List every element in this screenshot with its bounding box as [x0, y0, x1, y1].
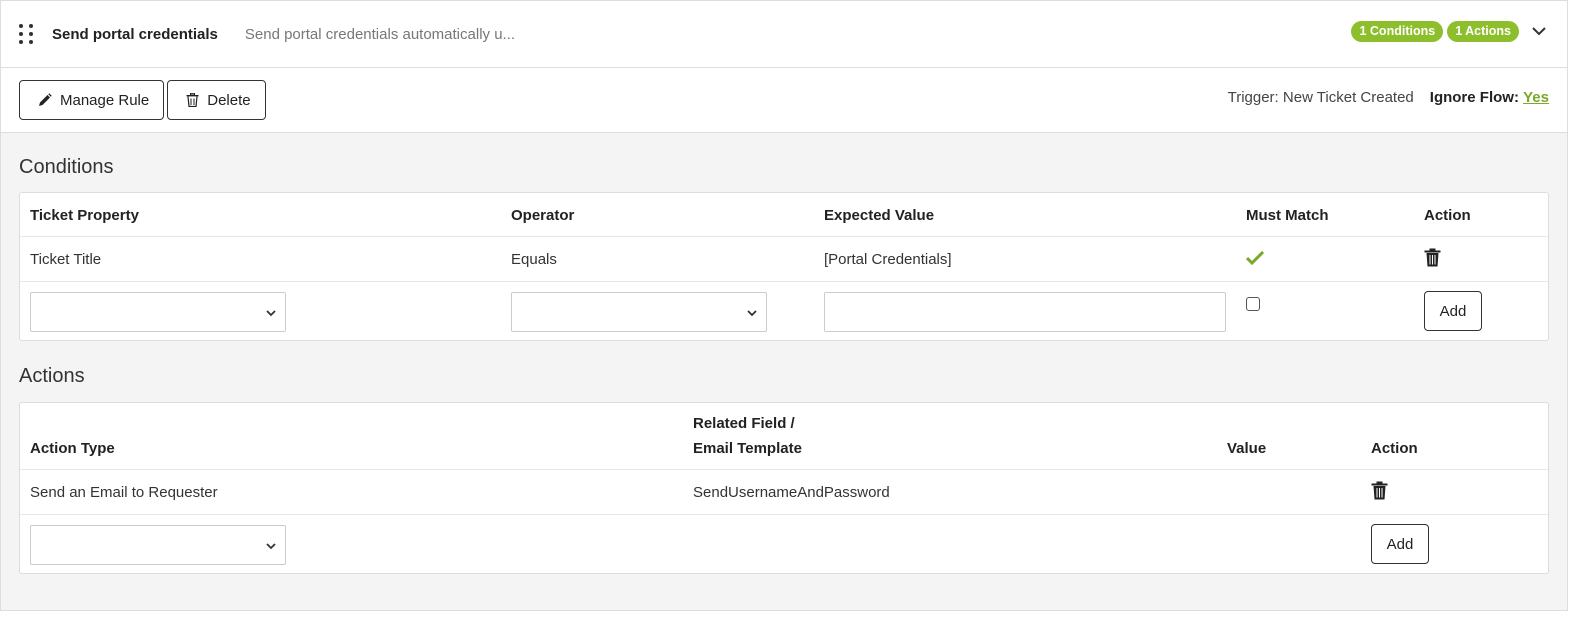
actions-title: Actions: [19, 365, 85, 387]
conditions-header-row: Ticket Property Operator Expected Value …: [20, 193, 1548, 237]
condition-operator: Equals: [511, 251, 557, 268]
trigger-label: Trigger:: [1227, 89, 1279, 106]
actions-count-badge: 1 Actions: [1447, 21, 1519, 42]
col-related-field: Related Field /: [693, 415, 795, 432]
condition-expected: [Portal Credentials]: [824, 251, 952, 268]
conditions-table: Ticket Property Operator Expected Value …: [19, 192, 1549, 341]
col-action-type: Action Type: [30, 440, 115, 457]
table-row: Ticket Title Equals [Portal Credentials]: [20, 237, 1548, 282]
col-expected-value: Expected Value: [824, 207, 935, 224]
col-operator: Operator: [511, 207, 575, 224]
table-row: Send an Email to Requester SendUsernameA…: [20, 470, 1548, 515]
badges: 1 Conditions 1 Actions: [1351, 21, 1519, 42]
col-value: Value: [1227, 440, 1267, 457]
conditions-title: Conditions: [19, 156, 114, 178]
checkmark-icon: [1246, 251, 1264, 265]
caret-down-icon: [266, 543, 276, 550]
condition-property: Ticket Title: [30, 251, 102, 268]
action-type: Send an Email to Requester: [30, 484, 218, 501]
actions-header-row: Action Type Related Field / Email Templa…: [20, 403, 1548, 470]
trigger-text: Trigger: New Ticket Created: [1228, 89, 1414, 106]
expected-value-input[interactable]: [824, 292, 1226, 332]
conditions-count-badge: 1 Conditions: [1351, 21, 1444, 42]
rule-header[interactable]: Send portal credentials Send portal cred…: [1, 1, 1567, 68]
trash-icon[interactable]: [1424, 248, 1441, 267]
trash-icon: [186, 93, 199, 107]
manage-rule-button[interactable]: Manage Rule: [19, 80, 165, 120]
col-ticket-property: Ticket Property: [30, 207, 139, 224]
delete-label: Delete: [207, 91, 251, 109]
col-action: Action: [1371, 440, 1418, 457]
manage-rule-label: Manage Rule: [60, 91, 150, 109]
rule-toolbar: Manage Rule Delete Trigger: New Ticket C…: [1, 68, 1567, 133]
ignore-flow-link[interactable]: Yes: [1523, 89, 1549, 106]
action-type-select[interactable]: [30, 525, 286, 565]
add-condition-button[interactable]: Add: [1424, 291, 1482, 331]
pencil-icon: [39, 93, 52, 106]
rule-title: Send portal credentials: [52, 25, 218, 43]
col-email-template: Email Template: [693, 440, 802, 457]
actions-table: Action Type Related Field / Email Templa…: [19, 402, 1549, 574]
caret-down-icon: [747, 310, 757, 317]
new-action-row: Add: [20, 515, 1548, 573]
col-must-match: Must Match: [1246, 207, 1329, 224]
trigger-value: New Ticket Created: [1282, 89, 1414, 106]
must-match-checkbox[interactable]: [1246, 297, 1260, 311]
property-select[interactable]: [30, 292, 286, 332]
rule-card: Send portal credentials Send portal cred…: [0, 0, 1568, 611]
new-condition-row: Add: [20, 282, 1548, 340]
delete-button[interactable]: Delete: [167, 80, 266, 120]
trash-icon[interactable]: [1371, 481, 1388, 500]
ignore-flow-label: Ignore Flow:: [1429, 89, 1519, 106]
add-action-button[interactable]: Add: [1371, 524, 1429, 564]
chevron-down-icon[interactable]: [1531, 23, 1547, 39]
trigger-info: Trigger: New Ticket Created Ignore Flow:…: [1228, 89, 1549, 106]
operator-select[interactable]: [511, 292, 767, 332]
action-related-field: SendUsernameAndPassword: [693, 484, 890, 501]
rule-description: Send portal credentials automatically u.…: [244, 25, 516, 43]
caret-down-icon: [266, 310, 276, 317]
drag-handle-icon[interactable]: [19, 24, 35, 44]
col-action: Action: [1424, 207, 1471, 224]
ignore-flow-text: Ignore Flow: Yes: [1430, 89, 1549, 106]
